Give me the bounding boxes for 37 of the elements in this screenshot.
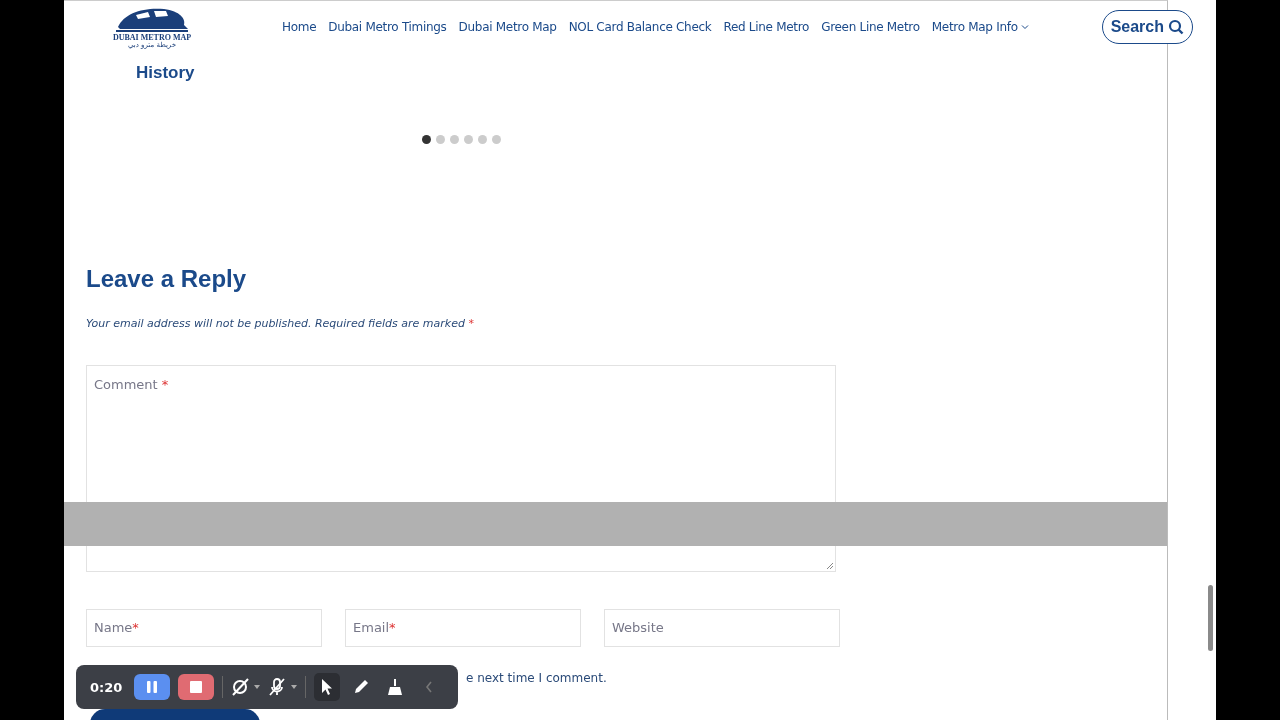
pointer-icon[interactable]	[314, 673, 341, 701]
nav-link[interactable]: Metro Map Info	[931, 20, 1029, 34]
caret-icon[interactable]	[254, 685, 261, 689]
input-field[interactable]: Email*	[345, 609, 581, 647]
logo-text: DUBAI METRO MAP	[112, 33, 192, 42]
caret-icon[interactable]	[291, 685, 298, 689]
carousel-dot[interactable]	[422, 135, 431, 144]
nav-link[interactable]: Dubai Metro Map	[458, 20, 557, 34]
carousel-dot[interactable]	[464, 135, 473, 144]
carousel-dot[interactable]	[478, 135, 487, 144]
carousel-dot[interactable]	[436, 135, 445, 144]
nav-link[interactable]: Red Line Metro	[723, 20, 810, 34]
timer: 0:20	[90, 679, 123, 695]
post-title-link[interactable]: History	[136, 63, 1167, 83]
carousel-dot[interactable]	[492, 135, 501, 144]
consent-text: e next time I comment.	[466, 671, 608, 685]
nav-link[interactable]: Home	[282, 20, 317, 34]
search-icon	[1168, 19, 1184, 35]
nav-link[interactable]: Dubai Metro Timings	[328, 20, 447, 34]
pause-button[interactable]	[134, 674, 171, 700]
pause-icon	[145, 680, 160, 694]
mic-off-icon[interactable]	[268, 677, 287, 697]
required-note: Your email address will not be published. Required fields are marked *	[86, 317, 475, 330]
caret-icon[interactable]	[1020, 24, 1029, 30]
stop-button[interactable]	[178, 674, 215, 700]
input-field[interactable]: Website	[604, 609, 840, 647]
nav-link[interactable]: Green Line Metro	[821, 20, 920, 34]
section-heading: Leave a Reply	[86, 265, 248, 293]
carousel-dot[interactable]	[450, 135, 459, 144]
input-field[interactable]: Name*	[86, 609, 322, 647]
nav-link[interactable]: NOL Card Balance Check	[568, 20, 712, 34]
search-button[interactable]: Search	[1101, 10, 1193, 44]
scrollbar-thumb[interactable]	[1208, 585, 1213, 651]
comment-field[interactable]: Comment *	[86, 365, 836, 572]
resize-handle-icon[interactable]	[826, 562, 834, 570]
stop-icon	[189, 680, 204, 694]
camera-off-icon[interactable]	[231, 677, 250, 697]
